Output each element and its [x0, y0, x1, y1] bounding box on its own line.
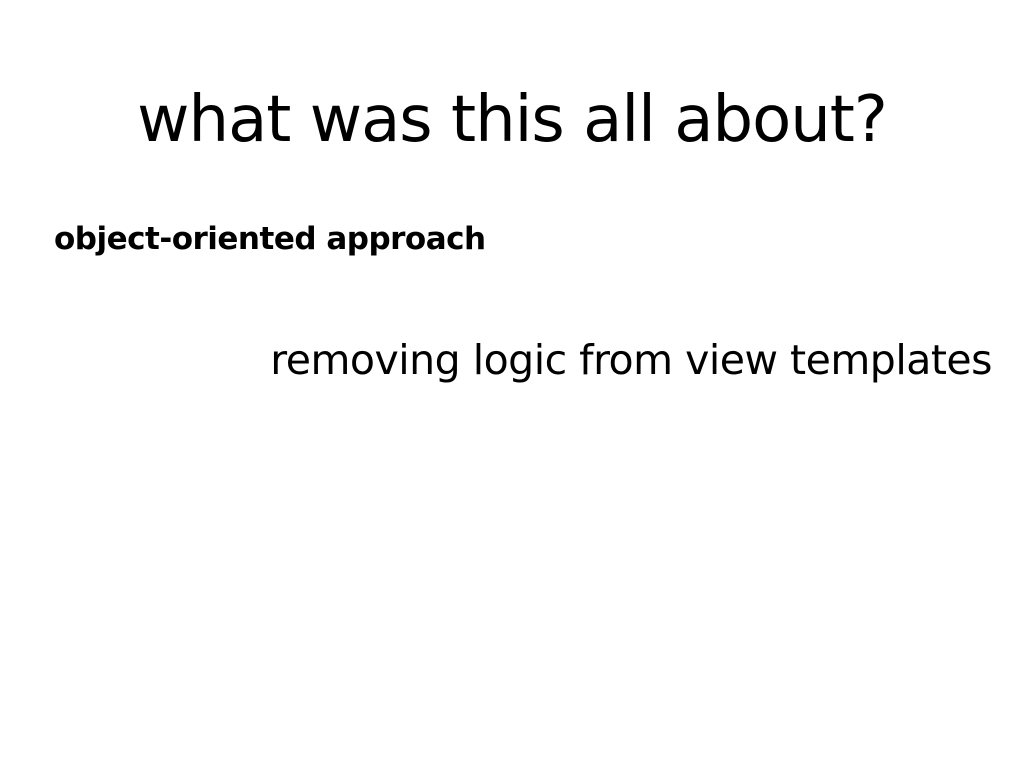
slide-title: what was this all about?	[137, 83, 888, 157]
slide: what was this all about? object-oriented…	[0, 0, 1024, 768]
point-object-oriented: object-oriented approach	[54, 221, 486, 257]
point-removing-logic: removing logic from view templates	[270, 336, 992, 384]
